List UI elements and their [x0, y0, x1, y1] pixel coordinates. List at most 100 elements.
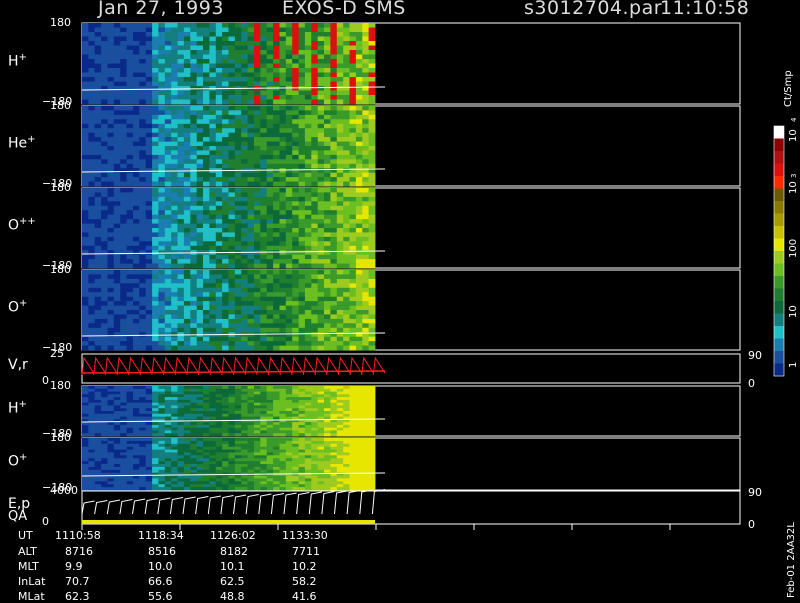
heat-cell — [146, 487, 153, 490]
heat-cell — [171, 64, 178, 69]
heat-cell — [152, 389, 159, 392]
heat-cell — [260, 259, 267, 264]
heat-cell — [209, 408, 216, 411]
heat-cell — [101, 23, 108, 28]
heat-cell — [152, 323, 159, 328]
heat-cell — [337, 397, 344, 400]
heat-cell — [343, 124, 350, 129]
heat-cell — [273, 232, 280, 237]
heat-cell — [171, 37, 178, 42]
heat-cell — [152, 219, 159, 224]
heat-cell — [190, 201, 197, 206]
heat-cell — [235, 224, 242, 229]
heat-cell — [350, 219, 357, 224]
heat-cell — [152, 332, 159, 337]
heat-cell — [120, 470, 127, 473]
heat-cell — [356, 210, 363, 215]
heat-cell — [356, 106, 363, 111]
heat-cell — [286, 177, 293, 182]
heat-cell — [101, 177, 108, 182]
heat-cell — [324, 430, 331, 433]
heat-cell — [292, 224, 299, 229]
heat-cell — [190, 487, 197, 490]
heat-cell — [82, 128, 89, 133]
heat-cell — [95, 146, 102, 151]
heat-cell — [127, 228, 134, 233]
heat-cell — [146, 73, 153, 78]
heat-cell — [241, 228, 248, 233]
heat-cell — [184, 458, 191, 461]
heat-cell — [108, 319, 115, 324]
spectrogram-svg: 104103100101 — [0, 0, 800, 600]
heat-cell — [241, 41, 248, 46]
heat-cell — [82, 405, 89, 408]
heat-cell — [139, 464, 146, 467]
heat-cell — [267, 292, 274, 297]
heat-cell — [362, 288, 369, 293]
heat-cell — [299, 46, 306, 51]
heat-cell — [120, 124, 127, 129]
heat-cell — [133, 319, 140, 324]
heat-cell — [216, 470, 223, 473]
heat-cell — [356, 119, 363, 124]
heat-cell — [171, 219, 178, 224]
heat-cell — [324, 389, 331, 392]
heat-cell — [260, 400, 267, 403]
heat-cell — [299, 177, 306, 182]
heat-cell — [209, 133, 216, 138]
heat-cell — [184, 237, 191, 242]
heat-cell — [292, 23, 299, 28]
heat-cell — [178, 128, 185, 133]
heat-cell — [178, 159, 185, 164]
heat-cell — [292, 95, 299, 100]
heat-cell — [254, 255, 261, 260]
heat-cell — [311, 146, 318, 151]
heat-cell — [165, 328, 172, 333]
heat-cell — [337, 394, 344, 397]
heat-cell — [337, 228, 344, 233]
heat-cell — [120, 414, 127, 417]
heat-cell — [178, 314, 185, 319]
heat-cell — [133, 397, 140, 400]
heat-cell — [299, 467, 306, 470]
heat-cell — [292, 422, 299, 425]
heat-cell — [343, 400, 350, 403]
heat-cell — [229, 219, 236, 224]
heat-cell — [305, 274, 312, 279]
heat-cell — [235, 337, 242, 342]
heat-cell — [324, 32, 331, 37]
heat-cell — [197, 328, 204, 333]
heat-cell — [152, 133, 159, 138]
heat-cell — [273, 441, 280, 444]
heat-cell — [178, 255, 185, 260]
heat-cell — [235, 444, 242, 447]
heat-cell — [152, 425, 159, 428]
heat-cell — [216, 210, 223, 215]
heat-cell — [146, 270, 153, 275]
heat-cell — [350, 464, 357, 467]
heat-cell — [158, 64, 165, 69]
heat-cell — [299, 279, 306, 284]
heat-cell — [260, 106, 267, 111]
heat-cell — [280, 400, 287, 403]
heat-cell — [318, 246, 325, 251]
heat-cell — [254, 310, 261, 315]
heat-cell — [139, 478, 146, 481]
heat-cell — [299, 447, 306, 450]
heat-cell — [362, 264, 369, 269]
heat-cell — [292, 142, 299, 147]
heat-cell — [235, 411, 242, 414]
heat-cell — [171, 106, 178, 111]
heat-cell — [254, 177, 261, 182]
heat-cell — [337, 484, 344, 487]
heat-cell — [362, 452, 369, 455]
heat-cell — [235, 155, 242, 160]
heat-cell — [337, 288, 344, 293]
heat-cell — [101, 314, 108, 319]
heat-cell — [254, 464, 261, 467]
heat-cell — [139, 155, 146, 160]
heat-cell — [216, 264, 223, 269]
heat-cell — [209, 386, 216, 389]
heat-cell — [108, 59, 115, 64]
heat-cell — [318, 173, 325, 178]
